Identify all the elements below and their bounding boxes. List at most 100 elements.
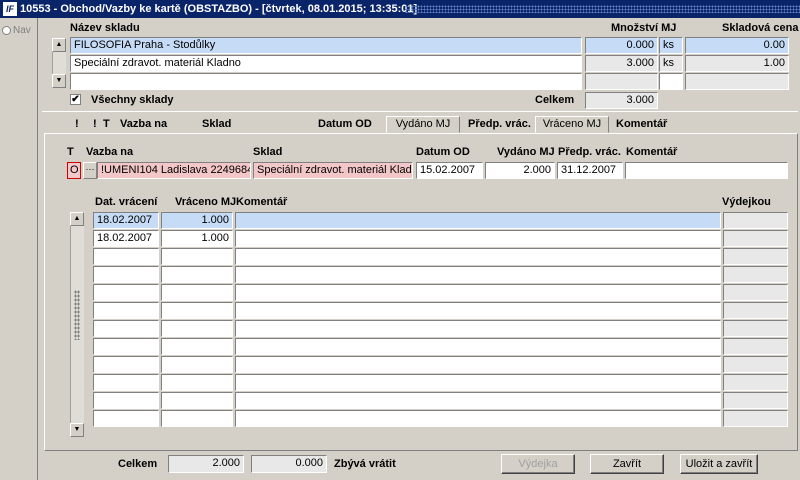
- detail-predp-field[interactable]: 31.12.2007: [557, 162, 623, 179]
- return-row-3-date[interactable]: [93, 266, 159, 283]
- store-row-1-qty[interactable]: 3.000: [585, 55, 658, 72]
- detail-header-vydano: Vydáno MJ: [497, 146, 555, 158]
- return-row-3-qty[interactable]: [161, 266, 233, 283]
- returns-scroll-down-icon[interactable]: ▼: [70, 423, 84, 437]
- return-row-1-date[interactable]: 18.02.2007: [93, 230, 159, 247]
- return-row-4-issue[interactable]: [723, 284, 788, 301]
- tab-vydano[interactable]: Vydáno MJ: [386, 116, 460, 133]
- tab-vraceno[interactable]: Vráceno MJ: [535, 116, 609, 133]
- return-row-8-qty[interactable]: [161, 356, 233, 373]
- title-bar-pattern: [405, 5, 800, 13]
- app-logo: IF: [3, 2, 17, 16]
- detail-t-field[interactable]: O: [67, 162, 81, 179]
- return-row-9-comment[interactable]: [235, 374, 721, 391]
- return-row-0-date[interactable]: 18.02.2007: [93, 212, 159, 229]
- returns-scroll-up-icon[interactable]: ▲: [70, 212, 84, 226]
- return-row-5-date[interactable]: [93, 302, 159, 319]
- store-row-0-name[interactable]: FILOSOFIA Praha - Stodůlky: [70, 37, 582, 54]
- return-row-0-comment[interactable]: [235, 212, 721, 229]
- return-row-6-comment[interactable]: [235, 320, 721, 337]
- return-row-0-qty[interactable]: 1.000: [161, 212, 233, 229]
- store-row-0-price[interactable]: 0.00: [685, 37, 789, 54]
- save-and-close-button[interactable]: Uložit a zavřít: [680, 454, 758, 474]
- all-stores-checkbox[interactable]: ✔: [70, 94, 81, 105]
- detail-komentar-field[interactable]: [625, 162, 788, 179]
- stores-scroll-down-icon[interactable]: ▼: [52, 74, 66, 88]
- detail-datum-field[interactable]: 15.02.2007: [416, 162, 483, 179]
- return-row-6-date[interactable]: [93, 320, 159, 337]
- detail-header-predp: Předp. vrác.: [558, 146, 621, 158]
- returns-scroll-grip-icon[interactable]: [74, 290, 80, 340]
- store-row-2-unit[interactable]: [659, 73, 683, 90]
- return-row-8-date[interactable]: [93, 356, 159, 373]
- nav-label: Nav: [13, 25, 31, 36]
- issue-button[interactable]: Výdejka: [501, 454, 575, 474]
- detail-sklad-field[interactable]: Speciální zdravot. materiál Kladno: [253, 162, 413, 179]
- store-row-2-price[interactable]: [685, 73, 789, 90]
- detail-lookup-button[interactable]: ···: [83, 162, 97, 179]
- return-row-2-comment[interactable]: [235, 248, 721, 265]
- store-row-0-unit[interactable]: ks: [659, 37, 683, 54]
- return-row-11-issue[interactable]: [723, 410, 788, 427]
- col-excl-2: !: [93, 118, 97, 130]
- detail-header-t: T: [67, 146, 74, 158]
- returns-header-date: Dat. vrácení: [95, 196, 158, 208]
- col-sklad: Sklad: [202, 118, 232, 130]
- footer-remaining-label: Zbývá vrátit: [334, 458, 396, 470]
- return-row-9-date[interactable]: [93, 374, 159, 391]
- all-stores-label: Všechny sklady: [91, 94, 174, 106]
- return-row-4-qty[interactable]: [161, 284, 233, 301]
- header-stock-price: Skladová cena: [722, 22, 799, 34]
- stores-total-label: Celkem: [535, 94, 575, 106]
- stores-total-value: 3.000: [585, 92, 658, 109]
- store-row-2-qty[interactable]: [585, 73, 658, 90]
- return-row-11-qty[interactable]: [161, 410, 233, 427]
- return-row-0-issue[interactable]: [723, 212, 788, 229]
- return-row-2-qty[interactable]: [161, 248, 233, 265]
- return-row-5-issue[interactable]: [723, 302, 788, 319]
- nav-button[interactable]: Nav: [2, 25, 31, 36]
- stores-scroll-up-icon[interactable]: ▲: [52, 38, 66, 52]
- return-row-5-comment[interactable]: [235, 302, 721, 319]
- return-row-2-issue[interactable]: [723, 248, 788, 265]
- detail-vazba-field[interactable]: !UMENI104 Ladislava 224968482: [97, 162, 251, 179]
- title-bar: IF 10553 - Obchod/Vazby ke kartě (OBSTAZ…: [0, 0, 800, 18]
- return-row-4-comment[interactable]: [235, 284, 721, 301]
- return-row-4-date[interactable]: [93, 284, 159, 301]
- return-row-7-issue[interactable]: [723, 338, 788, 355]
- return-row-10-date[interactable]: [93, 392, 159, 409]
- detail-vydano-field[interactable]: 2.000: [485, 162, 555, 179]
- return-row-8-issue[interactable]: [723, 356, 788, 373]
- return-row-1-comment[interactable]: [235, 230, 721, 247]
- return-row-3-issue[interactable]: [723, 266, 788, 283]
- return-row-6-qty[interactable]: [161, 320, 233, 337]
- return-row-11-comment[interactable]: [235, 410, 721, 427]
- store-row-1-unit[interactable]: ks: [659, 55, 683, 72]
- header-store-name: Název skladu: [70, 22, 140, 34]
- footer-remaining-value: 0.000: [251, 455, 327, 473]
- store-row-0-qty[interactable]: 0.000: [585, 37, 658, 54]
- window-title: 10553 - Obchod/Vazby ke kartě (OBSTAZBO)…: [20, 3, 418, 15]
- return-row-6-issue[interactable]: [723, 320, 788, 337]
- return-row-10-comment[interactable]: [235, 392, 721, 409]
- return-row-1-qty[interactable]: 1.000: [161, 230, 233, 247]
- store-row-2-name[interactable]: [70, 73, 582, 90]
- return-row-7-date[interactable]: [93, 338, 159, 355]
- return-row-9-qty[interactable]: [161, 374, 233, 391]
- return-row-9-issue[interactable]: [723, 374, 788, 391]
- return-row-7-qty[interactable]: [161, 338, 233, 355]
- return-row-8-comment[interactable]: [235, 356, 721, 373]
- return-row-5-qty[interactable]: [161, 302, 233, 319]
- return-row-1-issue[interactable]: [723, 230, 788, 247]
- close-button[interactable]: Zavřít: [590, 454, 664, 474]
- return-row-7-comment[interactable]: [235, 338, 721, 355]
- return-row-2-date[interactable]: [93, 248, 159, 265]
- store-row-1-price[interactable]: 1.00: [685, 55, 789, 72]
- return-row-10-qty[interactable]: [161, 392, 233, 409]
- return-row-3-comment[interactable]: [235, 266, 721, 283]
- col-excl: !: [75, 118, 79, 130]
- return-row-11-date[interactable]: [93, 410, 159, 427]
- detail-header-sklad: Sklad: [253, 146, 283, 158]
- return-row-10-issue[interactable]: [723, 392, 788, 409]
- store-row-1-name[interactable]: Speciální zdravot. materiál Kladno: [70, 55, 582, 72]
